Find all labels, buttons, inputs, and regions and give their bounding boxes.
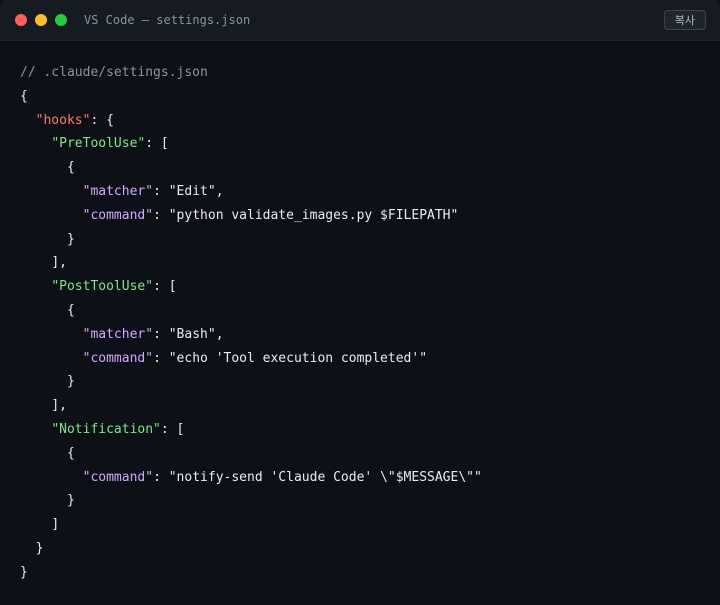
code-line: "Notification": [ xyxy=(51,421,185,437)
code-line: { xyxy=(66,445,75,461)
command-value: "python validate_images.py $FILEPATH" xyxy=(168,207,459,223)
code-line: { xyxy=(66,302,75,318)
code-line: } xyxy=(20,561,482,585)
matcher-key: "matcher" xyxy=(82,183,154,199)
title-bar: VS Code — settings.json 복사 xyxy=(0,0,720,41)
code-line: } xyxy=(66,493,75,509)
code-line: "PreToolUse": [ xyxy=(51,136,169,152)
code-line: "matcher": "Edit", xyxy=(82,183,224,199)
code-editor[interactable]: // .claude/settings.json { "hooks": { "Pr… xyxy=(20,61,482,585)
command-value: "notify-send 'Claude Code' \"$MESSAGE\"" xyxy=(168,469,482,485)
code-line: "hooks": { xyxy=(35,112,114,128)
brace: } xyxy=(20,564,28,580)
code-comment: // .claude/settings.json xyxy=(20,65,208,80)
code-line: } xyxy=(66,231,75,247)
matcher-value: "Bash" xyxy=(168,326,216,342)
code-line: } xyxy=(35,540,44,556)
maximize-dot-icon[interactable] xyxy=(55,14,67,26)
code-line: ], xyxy=(51,398,67,414)
code-line: "command": "notify-send 'Claude Code' \"… xyxy=(82,469,482,485)
matcher-value: "Edit" xyxy=(168,183,216,199)
code-line: // .claude/settings.json xyxy=(20,61,482,85)
code-line: { xyxy=(66,160,75,176)
code-window: VS Code — settings.json 복사 // .claude/se… xyxy=(0,0,720,605)
code-line: ] xyxy=(51,517,60,533)
code-line: "PostToolUse": [ xyxy=(51,279,177,295)
event-key: "Notification" xyxy=(51,421,161,437)
command-value: "echo 'Tool execution completed'" xyxy=(168,350,428,366)
command-key: "command" xyxy=(82,207,154,223)
minimize-dot-icon[interactable] xyxy=(35,14,47,26)
code-line: ], xyxy=(51,255,67,271)
close-dot-icon[interactable] xyxy=(15,14,27,26)
code-line: "command": "python validate_images.py $F… xyxy=(82,207,459,223)
event-key: "PreToolUse" xyxy=(51,136,146,152)
event-key: "PostToolUse" xyxy=(51,279,154,295)
code-line: } xyxy=(66,374,75,390)
hooks-key: "hooks" xyxy=(35,112,91,128)
matcher-key: "matcher" xyxy=(82,326,154,342)
code-line: "matcher": "Bash", xyxy=(82,326,224,342)
copy-button[interactable]: 복사 xyxy=(663,10,706,30)
command-key: "command" xyxy=(82,350,154,366)
code-line: { xyxy=(20,85,482,109)
code-line: "command": "echo 'Tool execution complet… xyxy=(82,350,428,366)
window-title: VS Code — settings.json xyxy=(84,13,251,27)
command-key: "command" xyxy=(82,469,154,485)
brace: { xyxy=(20,88,28,104)
